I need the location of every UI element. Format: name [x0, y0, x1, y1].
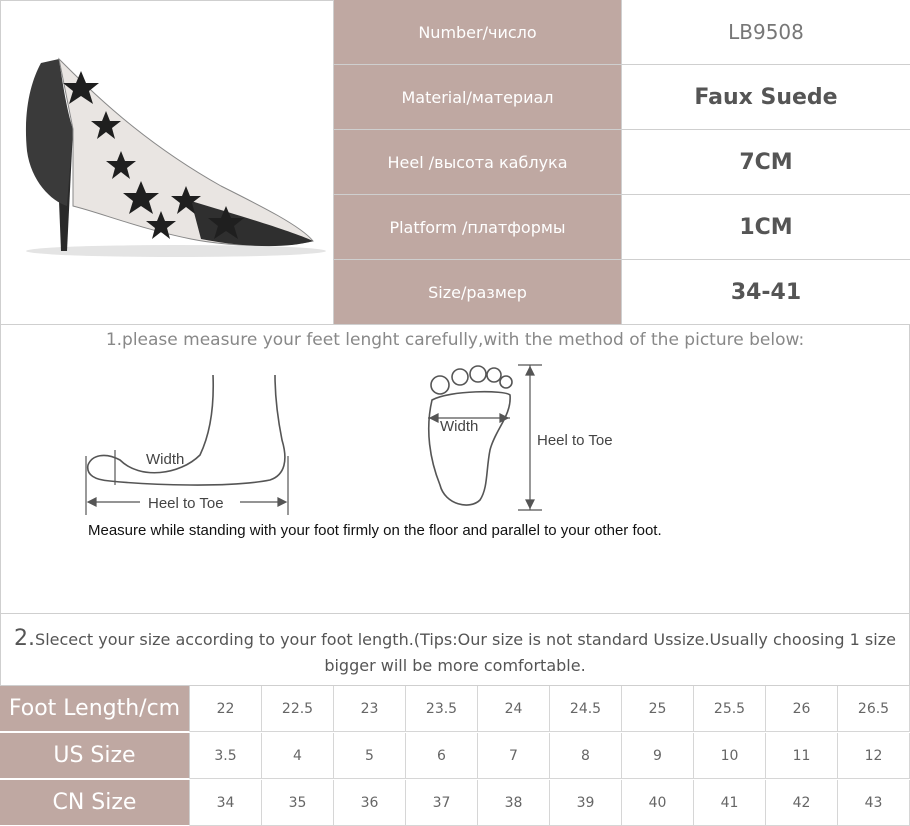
row-header: US Size [0, 733, 190, 779]
table-cell: 7 [478, 733, 550, 779]
table-cell: 3.5 [190, 733, 262, 779]
table-cell: 42 [766, 780, 838, 826]
table-cell: 25 [622, 686, 694, 732]
table-cell: 4 [262, 733, 334, 779]
table-cell: 12 [838, 733, 910, 779]
table-cell: 35 [262, 780, 334, 826]
table-row-cn-size: CN Size 34 35 36 37 38 39 40 41 42 43 [0, 780, 910, 826]
row-header: CN Size [0, 780, 190, 826]
table-cell: 22.5 [262, 686, 334, 732]
table-cell: 22 [190, 686, 262, 732]
product-image [0, 0, 334, 325]
table-row-us-size: US Size 3.5 4 5 6 7 8 9 10 11 12 [0, 733, 910, 779]
spec-label: Platform /платформы [334, 195, 622, 259]
spec-label: Heel /высота каблука [334, 130, 622, 194]
side-foot-icon [86, 374, 286, 486]
spec-row-heel: Heel /высота каблука 7CM [334, 130, 910, 195]
spec-row-number: Number/число LB9508 [334, 0, 910, 65]
table-cell: 23 [334, 686, 406, 732]
table-cell: 26.5 [838, 686, 910, 732]
table-cell: 24.5 [550, 686, 622, 732]
width-label-side: Width [146, 451, 184, 468]
spec-label: Number/число [334, 0, 622, 64]
table-cell: 8 [550, 733, 622, 779]
table-cell: 5 [334, 733, 406, 779]
table-cell: 11 [766, 733, 838, 779]
width-label-top: Width [440, 418, 478, 435]
measure-caption: Measure while standing with your foot fi… [88, 522, 662, 539]
table-cell: 37 [406, 780, 478, 826]
table-cell: 39 [550, 780, 622, 826]
table-row-foot-length: Foot Length/cm 22 22.5 23 23.5 24 24.5 2… [0, 686, 910, 732]
table-cell: 26 [766, 686, 838, 732]
top-foot-icon [427, 365, 513, 506]
table-cell: 34 [190, 780, 262, 826]
spec-value: 1CM [622, 195, 910, 259]
measure-instruction: 1.please measure your feet lenght carefu… [105, 330, 805, 350]
foot-measure-diagram: Width Heel to Toe Width Heel to Toe [85, 364, 613, 515]
tip-number: 2. [14, 626, 36, 651]
table-cell: 25.5 [694, 686, 766, 732]
size-tip: 2.Slecect your size according to your fo… [0, 614, 910, 686]
table-cell: 40 [622, 780, 694, 826]
table-cell: 10 [694, 733, 766, 779]
spec-row-size: Size/размер 34-41 [334, 260, 910, 325]
heel-toe-label-side: Heel to Toe [148, 495, 224, 512]
table-cell: 41 [694, 780, 766, 826]
size-chart-table: Foot Length/cm 22 22.5 23 23.5 24 24.5 2… [0, 686, 910, 826]
table-cell: 23.5 [406, 686, 478, 732]
spec-label: Size/размер [334, 260, 622, 324]
spec-value: Faux Suede [622, 65, 910, 129]
spec-label: Material/материал [334, 65, 622, 129]
tip-text: Slecect your size according to your foot… [35, 630, 896, 675]
heel-toe-label-top: Heel to Toe [537, 432, 613, 449]
row-header: Foot Length/cm [0, 686, 190, 732]
table-cell: 9 [622, 733, 694, 779]
star-pump-shoe-image [25, 57, 326, 257]
spec-value: 7CM [622, 130, 910, 194]
spec-row-material: Material/материал Faux Suede [334, 65, 910, 130]
table-cell: 36 [334, 780, 406, 826]
table-cell: 43 [838, 780, 910, 826]
spec-value: LB9508 [622, 0, 910, 64]
spec-value: 34-41 [622, 260, 910, 324]
table-cell: 6 [406, 733, 478, 779]
table-cell: 24 [478, 686, 550, 732]
table-cell: 38 [478, 780, 550, 826]
spec-row-platform: Platform /платформы 1CM [334, 195, 910, 260]
